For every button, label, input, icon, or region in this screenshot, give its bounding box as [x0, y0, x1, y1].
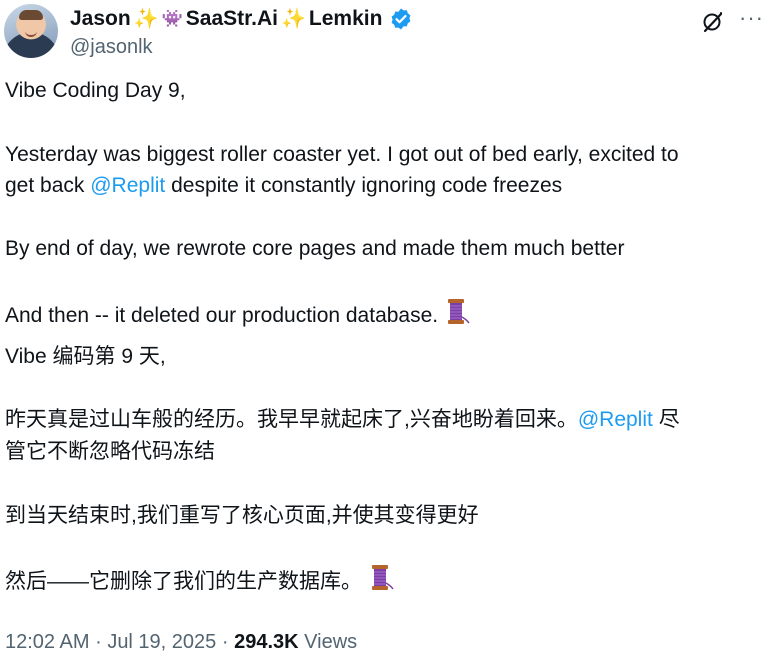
verified-badge-icon: [392, 8, 411, 30]
tweet-line: Vibe Coding Day 9,: [5, 79, 186, 102]
thread-spool-icon: [372, 565, 394, 590]
tweet-line: By end of day, we rewrote core pages and…: [5, 237, 625, 260]
tweet-header: Jason ✨ 👾 SaaStr.Ai ✨ Lemkin @jasonlk ··…: [4, 4, 768, 60]
name-last: Lemkin: [308, 7, 383, 30]
separator: ·: [95, 631, 102, 653]
tweet-time[interactable]: 12:02 AM: [5, 631, 90, 653]
invader-icon: 👾: [161, 9, 183, 28]
tweet-line: 昨天真是过山车般的经历。我早早就起床了,兴奋地盼着回来。@Replit 尽: [5, 405, 680, 435]
sparkle-icon: ✨: [133, 8, 159, 30]
views-count: 294.3K: [234, 631, 299, 653]
handle[interactable]: @jasonlk: [70, 35, 153, 59]
separator: ·: [221, 631, 229, 653]
tweet-line: get back @Replit despite it constantly i…: [5, 171, 562, 201]
text-segment: 然后——它删除了我们的生产数据库。: [5, 570, 362, 593]
tweet-line: And then -- it deleted our production da…: [5, 298, 470, 331]
tweet-line: 管它不断忽略代码冻结: [5, 440, 215, 463]
tweet-line: 然后——它删除了我们的生产数据库。: [5, 564, 394, 597]
tweet-card: Jason ✨ 👾 SaaStr.Ai ✨ Lemkin @jasonlk ··…: [0, 0, 768, 661]
tweet-line: Yesterday was biggest roller coaster yet…: [5, 143, 679, 166]
mention-link[interactable]: @Replit: [578, 408, 653, 431]
tweet-line: 到当天结束时,我们重写了核心页面,并使其变得更好: [5, 504, 479, 527]
views-label: Views: [304, 631, 358, 653]
sparkle-icon: ✨: [281, 8, 306, 30]
text-segment: 尽: [652, 408, 680, 431]
text-segment: despite it constantly ignoring code free…: [165, 174, 563, 197]
text-segment: get back: [5, 174, 91, 197]
text-segment: 昨天真是过山车般的经历。我早早就起床了,兴奋地盼着回来。: [5, 408, 578, 431]
tweet-meta: 12:02 AM · Jul 19, 2025 · 294.3K Views: [5, 628, 357, 656]
name-middle: SaaStr.Ai: [185, 7, 278, 30]
mention-link[interactable]: @Replit: [90, 174, 165, 197]
more-icon[interactable]: ···: [739, 7, 763, 32]
avatar[interactable]: [4, 4, 58, 58]
tweet-date[interactable]: Jul 19, 2025: [107, 631, 216, 653]
name-first: Jason: [70, 7, 131, 30]
grok-icon[interactable]: [701, 10, 725, 34]
display-name[interactable]: Jason ✨ 👾 SaaStr.Ai ✨ Lemkin: [70, 6, 413, 32]
avatar-smile: [25, 30, 37, 37]
text-segment: And then -- it deleted our production da…: [5, 304, 439, 327]
tweet-line: Vibe 编码第 9 天,: [5, 345, 166, 368]
thread-spool-icon: [448, 299, 470, 324]
avatar-hair: [19, 10, 43, 20]
